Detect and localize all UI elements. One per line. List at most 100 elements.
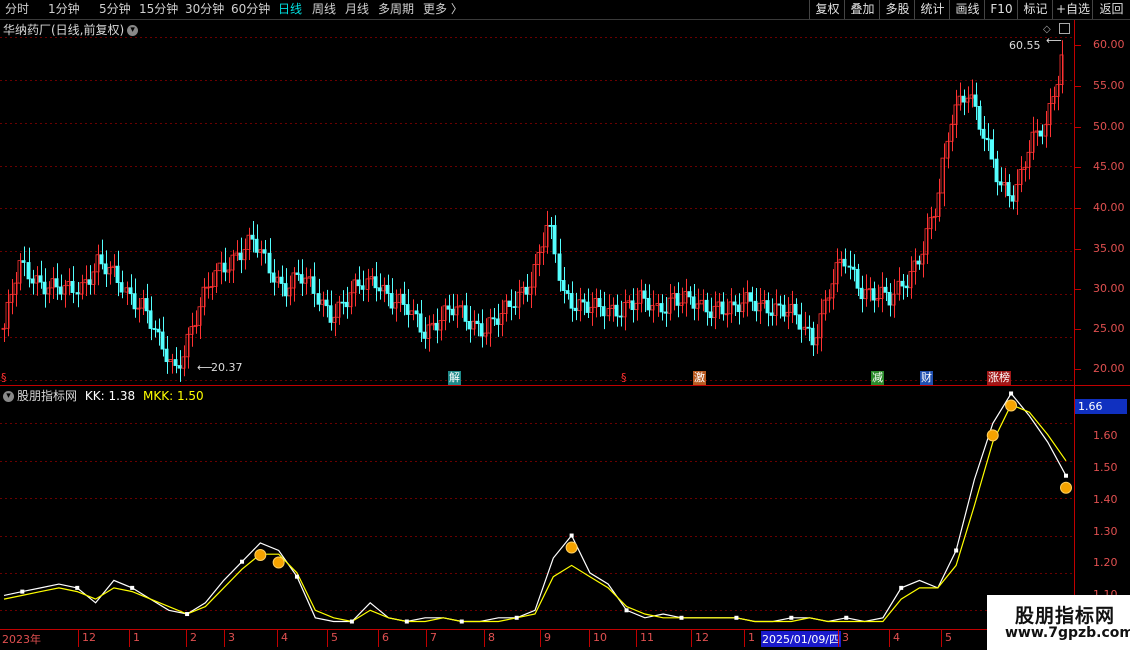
time-label: 4	[281, 631, 288, 644]
candle-body	[851, 266, 856, 270]
candle-body	[973, 94, 978, 107]
period-60min[interactable]: 60分钟	[231, 1, 270, 18]
time-label: 3	[842, 631, 849, 644]
candle-body	[328, 305, 333, 323]
candle-body	[977, 106, 982, 130]
candle-body	[409, 310, 414, 315]
event-marker[interactable]: 解	[448, 371, 461, 385]
indicator-chart[interactable]	[0, 386, 1074, 629]
candle-body	[1006, 182, 1011, 197]
candle-body	[630, 300, 635, 311]
candle-body	[299, 274, 304, 284]
period-monthly[interactable]: 月线	[345, 1, 369, 18]
candle-body	[663, 311, 668, 314]
time-label: 12	[82, 631, 96, 644]
signal-dot	[272, 556, 285, 569]
candle-body	[446, 305, 451, 310]
high-arrow-icon: ⟵	[1046, 34, 1062, 47]
candle-body	[793, 303, 798, 316]
candle-body	[70, 281, 75, 293]
add-watchlist-button[interactable]: +自选	[1052, 0, 1093, 19]
price-tick: 35.00	[1093, 242, 1125, 255]
candle-body	[168, 359, 173, 363]
period-more[interactable]: 更多 〉	[423, 1, 463, 18]
watermark-title: 股朋指标网	[1015, 605, 1116, 627]
event-marker[interactable]: §	[620, 371, 628, 385]
mark-button[interactable]: 标记	[1017, 0, 1053, 19]
kk-marker	[185, 612, 190, 617]
candle-body	[491, 317, 496, 320]
time-label: 7	[430, 631, 437, 644]
period-multi[interactable]: 多周期	[378, 1, 414, 18]
kk-marker	[349, 619, 354, 624]
candle-body	[467, 320, 472, 330]
candle-body	[565, 290, 570, 294]
period-toolbar: 分时 1分钟 5分钟 15分钟 30分钟 60分钟 日线 周线 月线 多周期 更…	[0, 0, 1130, 20]
period-30min[interactable]: 30分钟	[185, 1, 224, 18]
period-1min[interactable]: 1分钟	[48, 1, 80, 18]
period-timeshare[interactable]: 分时	[5, 1, 29, 18]
price-tick: 25.00	[1093, 322, 1125, 335]
fuquan-button[interactable]: 复权	[809, 0, 845, 19]
event-marker[interactable]: 涨榜	[987, 371, 1011, 385]
candle-body	[981, 128, 986, 139]
kk-marker	[844, 615, 849, 620]
candle-body	[103, 263, 108, 275]
multi-stock-button[interactable]: 多股	[879, 0, 915, 19]
candle-body	[283, 283, 288, 297]
overlay-button[interactable]: 叠加	[844, 0, 880, 19]
event-marker[interactable]: 减	[871, 371, 884, 385]
indicator-tick: 1.60	[1093, 429, 1118, 442]
kk-marker	[734, 615, 739, 620]
candle-body	[524, 286, 529, 295]
f10-button[interactable]: F10	[984, 0, 1018, 19]
price-chart[interactable]	[0, 20, 1074, 384]
period-15min[interactable]: 15分钟	[139, 1, 178, 18]
candle-body	[475, 320, 480, 324]
draw-line-button[interactable]: 画线	[949, 0, 985, 19]
candle-body	[271, 272, 276, 283]
high-price-label: 60.55	[1009, 39, 1041, 52]
candle-body	[434, 322, 439, 331]
event-marker[interactable]: §	[0, 371, 8, 385]
event-marker[interactable]: 激	[693, 371, 706, 385]
candle-body	[646, 297, 651, 311]
kk-marker	[130, 585, 135, 590]
candle-body	[324, 299, 329, 307]
candle-body	[463, 305, 468, 322]
candle-body	[279, 276, 284, 284]
signal-dot	[1005, 399, 1018, 412]
candle-body	[262, 249, 267, 254]
candle-body	[238, 252, 243, 261]
candle-body	[900, 280, 905, 287]
time-label: 5	[331, 631, 338, 644]
kk-marker	[514, 615, 519, 620]
candle-body	[418, 313, 423, 333]
back-button[interactable]: 返回	[1092, 0, 1130, 19]
candle-body	[254, 238, 259, 253]
candle-body	[311, 276, 316, 294]
stats-button[interactable]: 统计	[914, 0, 950, 19]
candle-body	[54, 278, 59, 288]
candle-body	[401, 293, 406, 305]
period-weekly[interactable]: 周线	[312, 1, 336, 18]
time-label: 1	[133, 631, 140, 644]
candle-body	[152, 328, 157, 330]
candle-body	[414, 310, 419, 315]
candle-body	[769, 312, 774, 316]
candle-body	[855, 268, 860, 289]
candle-body	[115, 265, 120, 283]
candle-body	[42, 281, 47, 295]
time-label: 10	[593, 631, 607, 644]
event-marker[interactable]: 财	[920, 371, 933, 385]
current-indicator-value: 1.66	[1075, 399, 1127, 414]
signal-dot	[254, 549, 267, 562]
period-5min[interactable]: 5分钟	[99, 1, 131, 18]
time-label: 12	[695, 631, 709, 644]
time-label: 4	[893, 631, 900, 644]
kk-marker	[404, 619, 409, 624]
candle-body	[217, 262, 222, 272]
candle-body	[691, 296, 696, 309]
candle-body	[618, 315, 623, 318]
period-daily[interactable]: 日线	[278, 1, 302, 18]
